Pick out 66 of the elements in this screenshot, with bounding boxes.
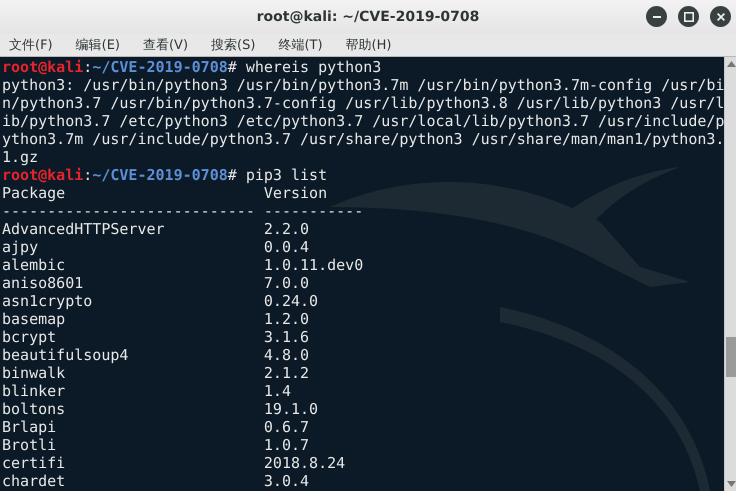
package-name: boltons (2, 400, 66, 418)
package-name: bcrypt (2, 328, 58, 346)
package-name: Package (2, 184, 66, 202)
version-text: 3.0.4 (264, 472, 310, 490)
window-title: root@kali: ~/CVE-2019-0708 (256, 9, 480, 25)
minimize-icon (652, 16, 660, 18)
prompt-symbol: # (228, 58, 237, 76)
version-text: 4.8.0 (264, 346, 310, 364)
command-text: pip3 list (246, 166, 328, 184)
package-name: ---------------------------- (2, 202, 256, 220)
version-text: 0.24.0 (264, 292, 318, 310)
prompt-separator: : (83, 58, 92, 76)
package-name: AdvancedHTTPServer (2, 220, 166, 238)
version-text: 7.0.0 (264, 274, 310, 292)
version-text: 19.1.0 (264, 400, 318, 418)
version-text: 1.2.0 (264, 310, 310, 328)
package-name: chardet (2, 472, 66, 490)
package-name: binwalk (2, 364, 66, 382)
maximize-icon (684, 12, 694, 22)
output-text: n/python3.7 /usr/bin/python3.7-config /usr/lib/python3.8 /usr/lib/python3 /usr/l (2, 94, 724, 112)
scroll-up-icon[interactable] (727, 61, 736, 67)
version-text: ----------- (264, 202, 364, 220)
menu-item[interactable]: 终端(T) (278, 36, 323, 54)
package-name: alembic (2, 256, 66, 274)
menu-item[interactable]: 查看(V) (142, 36, 188, 54)
output-text: ib/python3.7 /etc/python3 /etc/python3.7 /usr/local/lib/python3.7 /usr/include/p (2, 112, 724, 130)
prompt-symbol: # (228, 166, 237, 184)
close-icon (716, 12, 724, 20)
version-text: Version (264, 184, 328, 202)
scrollbar[interactable] (724, 57, 736, 491)
package-name: beautifulsoup4 (2, 346, 130, 364)
close-button[interactable] (710, 6, 731, 27)
scroll-down-icon[interactable] (727, 481, 736, 487)
package-name: blinker (2, 382, 66, 400)
menu-item[interactable]: 编辑(E) (76, 36, 120, 54)
version-text: 2.1.2 (264, 364, 310, 382)
package-name: Brlapi (2, 418, 58, 436)
minimize-button[interactable] (646, 6, 667, 27)
prompt-user: root@kali (2, 166, 84, 184)
version-text: 2018.8.24 (264, 454, 346, 472)
version-text: 1.0.11.dev0 (264, 256, 364, 274)
prompt-path: ~/CVE-2019-0708 (92, 58, 228, 76)
prompt-path: ~/CVE-2019-0708 (92, 166, 228, 184)
scroll-thumb[interactable] (726, 337, 736, 377)
prompt-user: root@kali (2, 58, 84, 76)
maximize-button[interactable] (678, 6, 699, 27)
package-name: ajpy (2, 238, 40, 256)
version-text: 1.0.7 (264, 436, 310, 454)
version-text: 1.4 (264, 382, 291, 400)
version-text: 3.1.6 (264, 328, 310, 346)
output-text: python3: /usr/bin/python3 /usr/bin/python3.7m /usr/bin/python3.7m-config /usr/bi (2, 76, 724, 94)
version-text: 0.0.4 (264, 238, 310, 256)
menu-item[interactable]: 搜索(S) (211, 36, 256, 54)
prompt-separator: : (83, 166, 92, 184)
package-name: aniso8601 (2, 274, 84, 292)
version-text: 0.6.7 (264, 418, 310, 436)
package-name: asn1crypto (2, 292, 94, 310)
package-name: basemap (2, 310, 66, 328)
output-text: ython3.7m /usr/include/python3.7 /usr/share/python3 /usr/share/man/man1/python3. (2, 130, 724, 148)
menu-item[interactable]: 文件(F) (9, 36, 53, 54)
menu-item[interactable]: 帮助(H) (346, 36, 392, 54)
version-text: 2.2.0 (264, 220, 310, 238)
package-name: Brotli (2, 436, 58, 454)
package-name: certifi (2, 454, 66, 472)
command-text: whereis python3 (246, 58, 382, 76)
output-text: 1.gz (2, 148, 38, 166)
